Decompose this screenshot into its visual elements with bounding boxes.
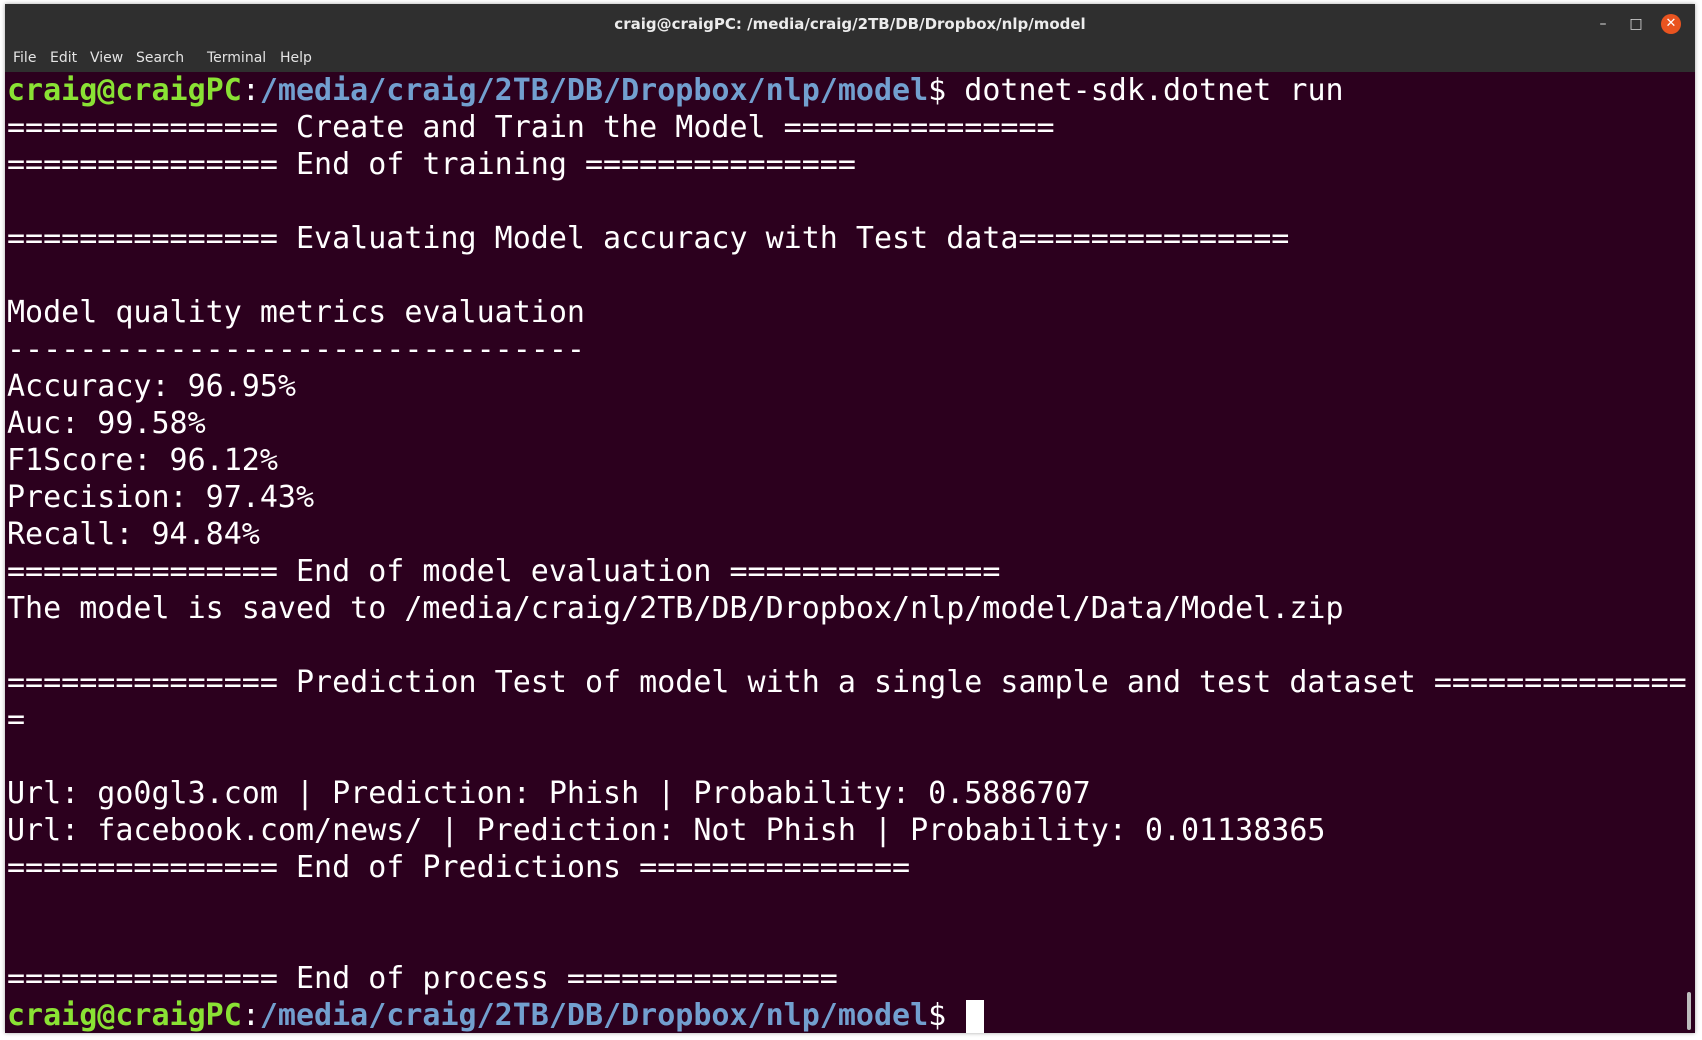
output-line: =============== Evaluating Model accurac… (7, 221, 1290, 256)
maximize-icon[interactable]: □ (1627, 15, 1645, 33)
menu-view[interactable]: View (90, 44, 123, 72)
output-line: =============== Create and Train the Mod… (7, 110, 1055, 145)
minimize-icon[interactable]: – (1594, 15, 1612, 33)
menu-terminal[interactable]: Terminal (207, 44, 266, 72)
output-line: Model quality metrics evaluation (7, 295, 585, 330)
window-title: craig@craigPC: /media/craig/2TB/DB/Dropb… (614, 15, 1086, 33)
command-line: craig@craigPC:/media/craig/2TB/DB/Dropbo… (7, 72, 1344, 109)
close-icon[interactable]: ✕ (1661, 14, 1681, 34)
prompt-separator: : (241, 73, 260, 108)
output-line: = (7, 702, 26, 737)
menu-edit[interactable]: Edit (50, 44, 77, 72)
terminal-output[interactable]: craig@craigPC:/media/craig/2TB/DB/Dropbo… (5, 72, 1695, 1033)
prompt-symbol: $ (928, 998, 965, 1033)
prompt-path: /media/craig/2TB/DB/Dropbox/nlp/model (259, 998, 929, 1033)
menu-help[interactable]: Help (280, 44, 312, 72)
output-line: =============== End of training ========… (7, 147, 856, 182)
command-text: dotnet-sdk.dotnet run (964, 73, 1344, 108)
terminal-window: craig@craigPC: /media/craig/2TB/DB/Dropb… (5, 4, 1695, 1033)
output-line: =============== End of Predictions =====… (7, 850, 911, 885)
output-line: Auc: 99.58% (7, 406, 206, 441)
output-line: Recall: 94.84% (7, 517, 260, 552)
prompt-user: craig@craigPC (7, 73, 242, 108)
output-line: The model is saved to /media/craig/2TB/D… (7, 591, 1344, 626)
prompt-symbol: $ (928, 73, 965, 108)
prompt-separator: : (241, 998, 260, 1033)
menu-bar: File Edit View Search Terminal Help (5, 44, 1695, 72)
title-bar[interactable]: craig@craigPC: /media/craig/2TB/DB/Dropb… (5, 4, 1695, 44)
prompt-path: /media/craig/2TB/DB/Dropbox/nlp/model (259, 73, 929, 108)
output-line: Accuracy: 96.95% (7, 369, 296, 404)
active-prompt-line: craig@craigPC:/media/craig/2TB/DB/Dropbo… (7, 997, 985, 1033)
prompt-user: craig@craigPC (7, 998, 242, 1033)
menu-file[interactable]: File (13, 44, 36, 72)
output-line: =============== End of process =========… (7, 961, 838, 996)
output-line: -------------------------------- (7, 332, 585, 367)
output-line: F1Score: 96.12% (7, 443, 278, 478)
output-line: =============== Prediction Test of model… (7, 665, 1687, 700)
output-line: Url: facebook.com/news/ | Prediction: No… (7, 813, 1326, 848)
text-cursor (966, 1000, 985, 1033)
output-line: Precision: 97.43% (7, 480, 315, 515)
output-line: Url: go0gl3.com | Prediction: Phish | Pr… (7, 776, 1091, 811)
scrollbar-thumb[interactable] (1687, 992, 1691, 1030)
output-line: =============== End of model evaluation … (7, 554, 1001, 589)
menu-search[interactable]: Search (136, 44, 184, 72)
